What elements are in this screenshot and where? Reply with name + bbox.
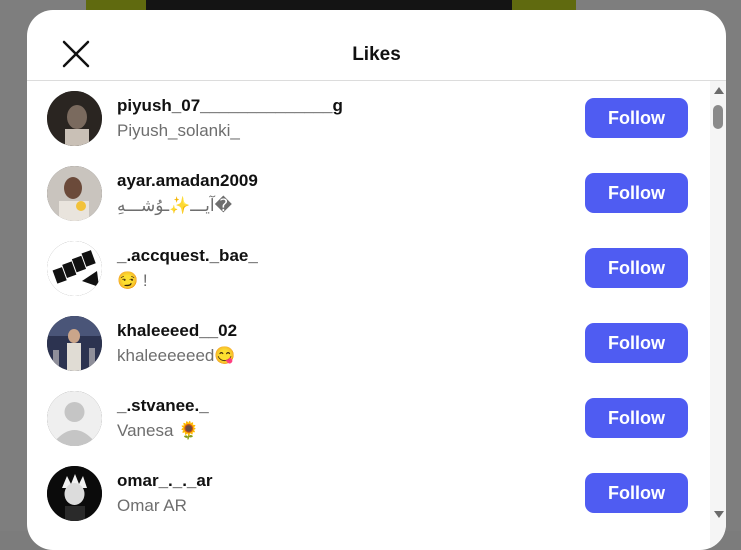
scroll-up-icon[interactable]	[714, 87, 724, 94]
list-item: _.stvanee._ Vanesa 🌻 Follow	[27, 381, 708, 456]
username[interactable]: piyush_07______________g	[117, 96, 343, 116]
follow-button[interactable]: Follow	[585, 398, 688, 438]
list-item: ayar.amadan2009 آيـــ✨ـوُشـــهِ� Follow	[27, 156, 708, 231]
avatar[interactable]	[47, 466, 102, 521]
full-name: 😏 !	[117, 271, 148, 290]
follow-button[interactable]: Follow	[585, 173, 688, 213]
dialog-title: Likes	[352, 44, 401, 65]
follow-button[interactable]: Follow	[585, 323, 688, 363]
default-avatar-icon[interactable]	[47, 391, 102, 446]
scrollbar[interactable]	[710, 81, 726, 550]
likes-dialog: Likes piyush_07______________g Piyush_so…	[27, 10, 726, 550]
follow-button[interactable]: Follow	[585, 248, 688, 288]
follow-button[interactable]: Follow	[585, 473, 688, 513]
list-item: khaleeeed__02 khaleeeeeed😋 Follow	[27, 306, 708, 381]
full-name: khaleeeeeed😋	[117, 346, 236, 365]
dialog-header: Likes	[27, 10, 726, 81]
full-name: Omar AR	[117, 496, 187, 515]
scroll-down-icon[interactable]	[714, 511, 724, 518]
scrollbar-thumb[interactable]	[713, 105, 723, 129]
likes-list: piyush_07______________g Piyush_solanki_…	[27, 81, 708, 531]
username[interactable]: _.accquest._bae_	[117, 246, 258, 266]
avatar[interactable]	[47, 316, 102, 371]
full-name: Piyush_solanki_	[117, 121, 240, 140]
list-item: _.accquest._bae_ 😏 ! Follow	[27, 231, 708, 306]
avatar[interactable]	[47, 241, 102, 296]
username[interactable]: khaleeeed__02	[117, 321, 237, 341]
username[interactable]: _.stvanee._	[117, 396, 209, 416]
username[interactable]: ayar.amadan2009	[117, 171, 258, 191]
full-name: آيـــ✨ـوُشـــهِ�	[117, 196, 233, 215]
list-item: omar_._._ar Omar AR Follow	[27, 456, 708, 531]
avatar[interactable]	[47, 166, 102, 221]
avatar[interactable]	[47, 91, 102, 146]
full-name: Vanesa 🌻	[117, 421, 200, 440]
follow-button[interactable]: Follow	[585, 98, 688, 138]
username[interactable]: omar_._._ar	[117, 471, 212, 491]
list-item: piyush_07______________g Piyush_solanki_…	[27, 81, 708, 156]
